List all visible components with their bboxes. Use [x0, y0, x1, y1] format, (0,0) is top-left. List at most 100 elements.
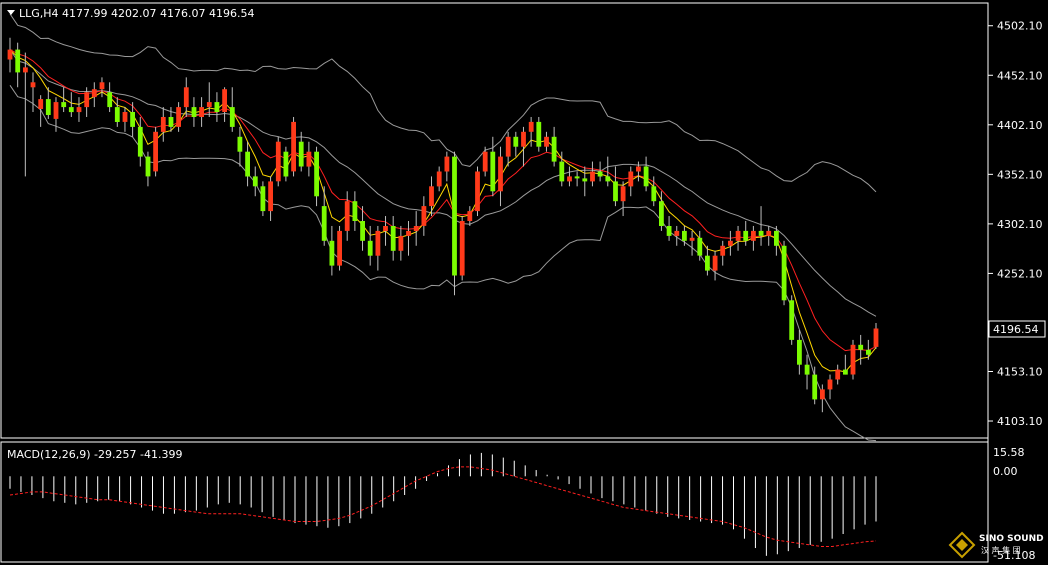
candle-body — [260, 186, 266, 212]
logo-sub: 汉 声 集 团 — [981, 545, 1021, 555]
candle-body — [459, 221, 465, 276]
candle-body — [812, 374, 818, 400]
triangle-down-icon[interactable] — [7, 10, 15, 15]
candle-body — [84, 92, 90, 108]
candle-body — [291, 121, 296, 172]
macd-zero-label: 0.00 — [993, 465, 1018, 478]
current-price-tag: 4196.54 — [988, 320, 1046, 338]
candle-body — [390, 226, 396, 251]
candle-body — [582, 178, 588, 182]
candle-body — [352, 201, 358, 221]
candle-body — [160, 117, 166, 132]
candle-body — [237, 136, 243, 152]
candle-body — [421, 206, 427, 226]
candle-body — [444, 156, 450, 172]
candle-body — [283, 151, 289, 177]
candle-body — [766, 230, 772, 236]
candle-body — [122, 112, 128, 122]
price-tick-label: 4352.10 — [997, 168, 1043, 181]
candle-body — [605, 176, 611, 182]
logo-name: SINO SOUND — [979, 534, 1044, 544]
candle-body — [620, 186, 626, 202]
candle-body — [344, 201, 350, 231]
candle-body — [781, 245, 787, 301]
candle-body — [298, 141, 304, 167]
candle-body — [114, 107, 120, 122]
candle-body — [674, 230, 680, 236]
candle-body — [45, 99, 51, 115]
candle-body — [835, 369, 841, 380]
candle-body — [513, 136, 519, 147]
candle-body — [697, 237, 703, 256]
macd-indicator — [9, 452, 877, 556]
candle-body — [735, 230, 741, 241]
candle-body — [843, 369, 848, 375]
candle-body — [751, 230, 756, 241]
candle-body — [436, 171, 442, 187]
candle-body — [168, 117, 174, 127]
candle-body — [505, 136, 511, 157]
candle-body — [214, 102, 220, 112]
candle-body — [61, 102, 67, 108]
price-tick-label: 4402.10 — [997, 119, 1043, 132]
candle-body — [383, 226, 388, 231]
candle-body — [590, 171, 595, 182]
candle-body — [858, 344, 864, 350]
candle-body — [191, 107, 197, 117]
candle-body — [275, 141, 281, 182]
candle-body — [666, 226, 672, 236]
candle-body — [482, 151, 488, 172]
candle-body — [329, 240, 335, 266]
candle-body — [628, 171, 634, 187]
candle-body — [682, 230, 687, 241]
candle-body — [7, 49, 13, 60]
candle-body — [475, 171, 480, 212]
candle-body — [689, 237, 695, 241]
candle-body — [758, 230, 764, 236]
ma-fast-line — [9, 49, 877, 373]
candle-body — [544, 136, 549, 147]
candle-body — [728, 240, 733, 246]
macd-max-label: 15.58 — [993, 446, 1025, 459]
price-axis-labels: 4502.10 4452.10 4402.10 4352.10 4302.10 4252.… — [988, 20, 1043, 428]
candle-body — [398, 235, 404, 251]
current-price-label: 4196.54 — [993, 323, 1039, 336]
candle-body — [145, 156, 151, 177]
candle-body — [38, 99, 44, 109]
candle-body — [183, 87, 189, 108]
candle-body — [866, 349, 871, 355]
candle-body — [720, 245, 726, 256]
candle-body — [99, 82, 105, 90]
candle-body — [367, 240, 373, 256]
candle-body — [789, 300, 795, 340]
candle-body — [651, 186, 657, 202]
candle-body — [559, 161, 565, 182]
candle-body — [107, 92, 113, 108]
candle-body — [199, 107, 204, 117]
price-tick-label: 4452.10 — [997, 69, 1043, 82]
candle-body — [229, 107, 235, 127]
price-tick-label: 4103.10 — [997, 415, 1043, 428]
candle-body — [536, 121, 542, 147]
candle-body — [429, 186, 434, 207]
symbol-title: LLG,H4 4177.99 4202.07 4176.07 4196.54 — [19, 7, 255, 20]
moving-averages — [9, 49, 877, 373]
candle-body — [153, 131, 158, 172]
candle-body — [774, 230, 779, 246]
candle-body — [252, 176, 258, 187]
macd-signal-line — [9, 466, 877, 547]
candle-body — [222, 89, 227, 112]
candle-body — [137, 126, 143, 157]
candle-body — [643, 166, 649, 187]
candle-body — [452, 156, 457, 276]
candle-body — [528, 121, 534, 132]
candle-body — [873, 328, 879, 347]
candle-body — [360, 221, 365, 241]
candle-body — [413, 226, 419, 231]
macd-title: MACD(12,26,9) -29.257 -41.399 — [7, 448, 182, 461]
candle-body — [337, 230, 342, 266]
candle-body — [804, 364, 810, 375]
candle-body — [797, 339, 802, 365]
candle-body — [321, 206, 327, 241]
candle-body — [743, 230, 749, 241]
